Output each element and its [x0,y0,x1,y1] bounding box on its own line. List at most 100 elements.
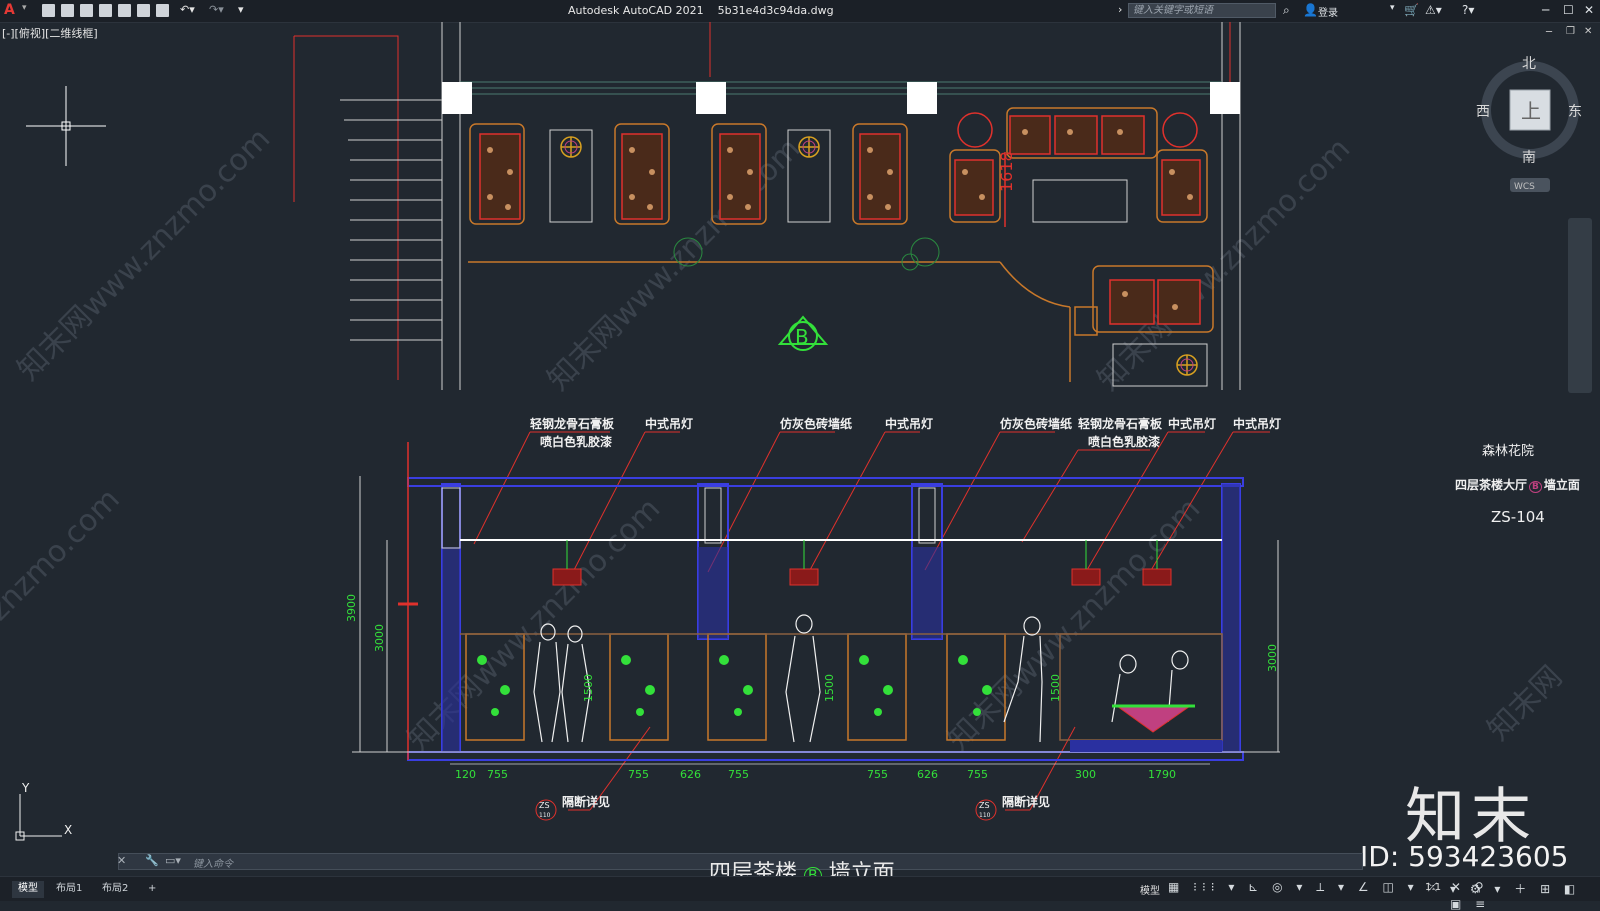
tab-layout2[interactable]: 布局2 [96,881,134,898]
plan-dimension-label: 1618 [997,151,1016,192]
search-input[interactable]: 键入关键字或短语 [1128,3,1276,18]
elevation-marker-b: B [777,315,829,351]
open-file-icon[interactable] [61,4,74,17]
svg-text:300: 300 [1075,768,1096,781]
svg-text:znzmo.com: znzmo.com [0,482,127,628]
title-bar: A ▾ ↶▾ ↷▾ ▾ Autodesk AutoCAD 2021 5b31e4… [0,0,1600,23]
svg-text:626: 626 [680,768,701,781]
svg-text:中式吊灯: 中式吊灯 [1168,416,1216,431]
new-file-icon[interactable] [42,4,55,17]
tab-layout1[interactable]: 布局1 [50,881,88,898]
recent-commands-icon[interactable]: ▭▾ [165,854,181,867]
a360-icon[interactable]: ⚠▾ [1425,3,1442,17]
command-close-icon[interactable]: ✕ [117,854,126,867]
svg-text:3900: 3900 [345,594,358,622]
svg-text:知末网www.znzmo.com: 知末网www.znzmo.com [1091,131,1357,397]
svg-text:WCS: WCS [1514,182,1535,192]
svg-text:中式吊灯: 中式吊灯 [885,416,933,431]
customize-icon[interactable]: 🔧 [145,854,159,867]
svg-text:轻钢龙骨石膏板: 轻钢龙骨石膏板 [1078,416,1163,431]
customize-quick-access-icon[interactable]: ▾ [238,3,244,16]
svg-text:ZS: ZS [979,801,990,810]
svg-text:东: 东 [1568,104,1582,120]
tea-table [1070,704,1222,752]
project-name: 森林花院 [1482,444,1535,459]
ucs-icon: X Y [15,781,72,841]
search-icon[interactable]: ⌕ [1283,3,1290,18]
svg-text:中式吊灯: 中式吊灯 [645,416,693,431]
svg-text:626: 626 [917,768,938,781]
svg-text:南: 南 [1522,150,1536,166]
svg-text:上: 上 [1521,99,1541,123]
save-icon[interactable] [80,4,93,17]
model-space-toggle[interactable]: 模型 [1140,882,1160,897]
svg-text:知末网: 知末网 [1481,659,1569,747]
svg-text:西: 西 [1476,104,1490,120]
close-icon[interactable]: ✕ [1584,3,1594,17]
svg-text:喷白色乳胶漆: 喷白色乳胶漆 [1088,434,1160,449]
svg-text:1500: 1500 [582,674,595,702]
svg-text:1500: 1500 [823,674,836,702]
svg-text:1790: 1790 [1148,768,1176,781]
window-title: Autodesk AutoCAD 2021 5b31e4d3c94da.dwg [568,4,834,17]
svg-text:ZS: ZS [539,801,550,810]
expand-search-icon[interactable]: › [1118,3,1122,16]
sheet-title: 四层茶楼大厅 B 墙立面 [1455,478,1580,493]
svg-text:喷白色乳胶漆: 喷白色乳胶漆 [540,434,612,449]
status-bar: 模型 布局1 布局2 + 模型 ▦ ⁝⁝⁝ ▾ ⊾ ◎ ▾ ⟂ ▾ ∠ ◫ ▾ … [0,876,1600,911]
add-layout-button[interactable]: + [142,881,162,898]
save-as-icon[interactable] [99,4,112,17]
minimize-icon[interactable]: ─ [1542,3,1549,17]
svg-text:755: 755 [487,768,508,781]
svg-text:110: 110 [539,812,551,819]
command-input[interactable]: 键入命令 [193,855,233,870]
svg-text:知末网www.znzmo.com: 知末网www.znzmo.com [541,131,807,397]
floor-plan: 1618 B [293,22,1241,390]
svg-text:隔断详见: 隔断详见 [1002,794,1050,809]
watermark-text: 知末网www.znzmo.com 知末网www.znzmo.com 知末网www… [0,121,1569,757]
elevation-view: 轻钢龙骨石膏板 喷白色乳胶漆 中式吊灯 仿灰色砖墙纸 中式吊灯 仿灰色砖墙纸 轻… [345,416,1281,821]
svg-text:755: 755 [967,768,988,781]
login-dropdown-icon[interactable]: ▾ [1390,3,1395,13]
cart-icon[interactable]: 🛒 [1404,3,1419,17]
redo-icon[interactable]: ↷▾ [209,3,224,16]
svg-text:120: 120 [455,768,476,781]
svg-text:仿灰色砖墙纸: 仿灰色砖墙纸 [1000,416,1072,431]
svg-text:110: 110 [979,812,991,819]
svg-text:知末网www.znzmo.com: 知末网www.znzmo.com [401,491,667,757]
svg-text:755: 755 [728,768,749,781]
svg-text:1500: 1500 [1049,674,1062,702]
svg-text:X: X [64,823,72,837]
help-icon[interactable]: ?▾ [1462,3,1474,17]
svg-text:轻钢龙骨石膏板: 轻钢龙骨石膏板 [530,416,615,431]
maximize-icon[interactable]: ☐ [1563,3,1574,17]
svg-text:Y: Y [21,781,30,795]
svg-text:北: 北 [1522,56,1536,72]
print-icon[interactable] [156,4,169,17]
annotation-scale[interactable]: 1:1 [1425,882,1441,893]
autocad-logo-icon[interactable]: A [4,2,18,18]
viewcube[interactable]: 上 北 南 东 西 WCS [1476,56,1582,192]
svg-text:3000: 3000 [373,624,386,652]
crosshair-cursor [26,86,106,166]
svg-text:中式吊灯: 中式吊灯 [1233,416,1281,431]
svg-text:隔断详见: 隔断详见 [562,794,610,809]
app-menu-chevron-icon[interactable]: ▾ [22,3,27,13]
tab-model[interactable]: 模型 [12,881,44,898]
user-icon[interactable]: 👤 [1303,3,1318,17]
svg-text:仿灰色砖墙纸: 仿灰色砖墙纸 [780,416,852,431]
svg-text:755: 755 [867,768,888,781]
undo-icon[interactable]: ↶▾ [180,3,195,16]
login-link[interactable]: 登录 [1318,4,1338,19]
plot-icon[interactable] [137,4,150,17]
status-tool-icons[interactable]: ▾ ⚙ ▾ ＋ ⊞ ◧ ▣ ≡ [1450,880,1600,911]
svg-text:3000: 3000 [1266,644,1279,672]
watermark-id: ID: 593423605 [1360,840,1569,873]
svg-text:755: 755 [628,768,649,781]
detail-reference-1: ZS 110 隔断详见 [535,794,610,821]
navigation-bar[interactable] [1568,218,1592,393]
svg-text:B: B [795,325,809,349]
drawing-canvas[interactable]: 知末网www.znzmo.com 知末网www.znzmo.com 知末网www… [0,22,1600,852]
open-web-icon[interactable] [118,4,131,17]
detail-reference-2: ZS 110 隔断详见 [975,794,1050,821]
